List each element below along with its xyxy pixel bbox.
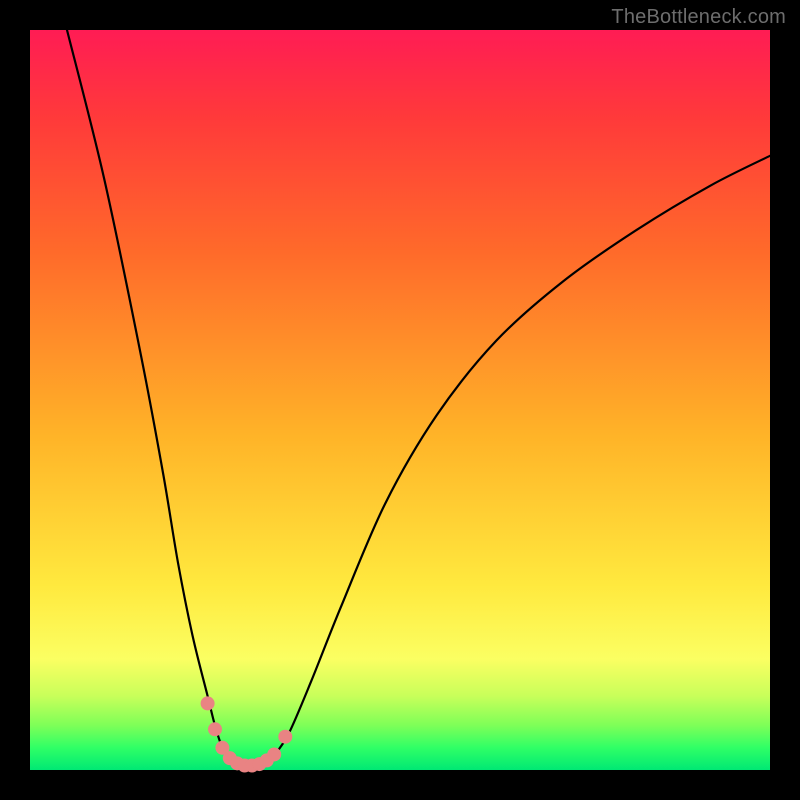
curve-path xyxy=(67,30,770,767)
plot-area xyxy=(30,30,770,770)
marker-dot xyxy=(267,747,281,761)
watermark-text: TheBottleneck.com xyxy=(611,6,786,29)
chart-frame: TheBottleneck.com xyxy=(0,0,800,800)
marker-dot xyxy=(208,722,222,736)
chart-svg xyxy=(30,30,770,770)
marker-dot xyxy=(278,730,292,744)
marker-group xyxy=(201,696,293,772)
marker-dot xyxy=(201,696,215,710)
